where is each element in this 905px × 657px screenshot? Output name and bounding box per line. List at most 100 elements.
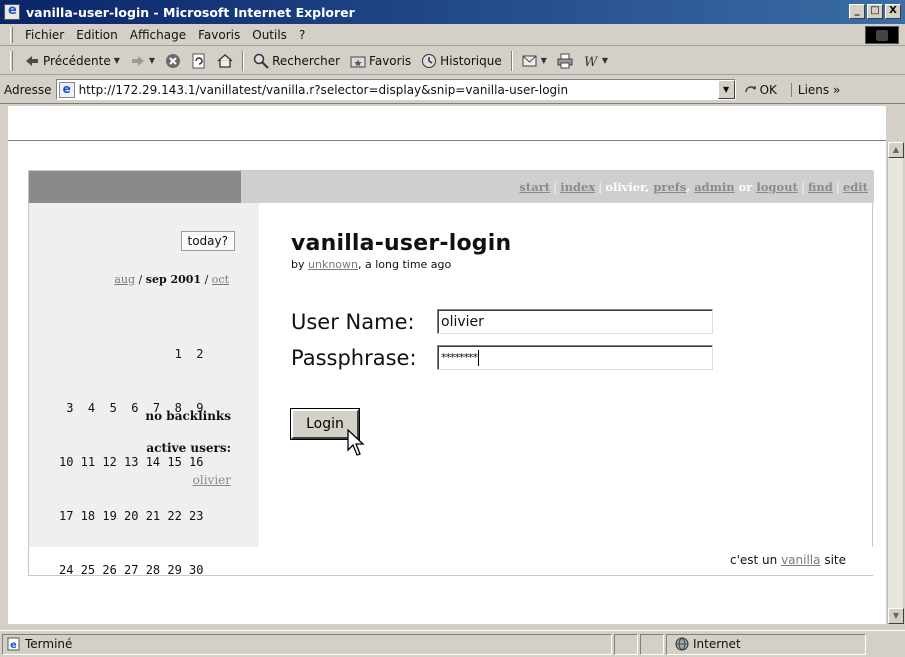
vanilla-link[interactable]: vanilla bbox=[781, 553, 820, 567]
go-arrow-icon bbox=[744, 85, 756, 92]
footer-suffix: site bbox=[824, 553, 846, 567]
byline-when: , a long time ago bbox=[357, 258, 452, 271]
print-button[interactable] bbox=[552, 50, 578, 72]
nav-start-link[interactable]: start bbox=[519, 180, 550, 194]
username-input[interactable]: olivier bbox=[437, 309, 713, 334]
menu-favoris[interactable]: Favoris bbox=[192, 28, 246, 42]
next-month-link[interactable]: oct bbox=[212, 273, 229, 286]
menu-affichage[interactable]: Affichage bbox=[124, 28, 192, 42]
chevron-down-icon[interactable]: ▼ bbox=[541, 56, 547, 65]
search-button[interactable]: Rechercher bbox=[248, 50, 345, 72]
passphrase-label: Passphrase: bbox=[291, 345, 417, 370]
calendar: 1 2 3 4 5 6 7 8 9 10 11 12 13 14 15 16 1… bbox=[59, 309, 204, 615]
footer-prefix: c'est un bbox=[729, 553, 778, 567]
calendar-row[interactable]: 24 25 26 27 28 29 30 bbox=[59, 561, 204, 579]
username-value: olivier bbox=[441, 313, 484, 330]
address-bar: Adresse http://172.29.143.1/vanillatest/… bbox=[0, 76, 905, 104]
username-label: User Name: bbox=[291, 309, 415, 334]
sidebar: today? aug / sep 2001 / oct 1 2 3 4 5 6 … bbox=[29, 203, 259, 577]
history-button-label: Historique bbox=[440, 53, 502, 68]
footer-text: c'est un vanilla site bbox=[730, 553, 846, 567]
nav-prefs-link[interactable]: prefs bbox=[653, 180, 686, 194]
nav-divider: | bbox=[598, 180, 603, 194]
menu-help[interactable]: ? bbox=[293, 28, 311, 42]
address-input[interactable]: http://172.29.143.1/vanillatest/vanilla.… bbox=[55, 79, 736, 100]
snip-byline: by unknown, a long time ago bbox=[291, 258, 851, 271]
refresh-button[interactable] bbox=[186, 50, 212, 72]
page-done-icon: e bbox=[7, 637, 20, 651]
vertical-scrollbar[interactable]: ▲ ▼ bbox=[887, 142, 904, 624]
security-zone[interactable]: Internet bbox=[666, 633, 866, 655]
favorites-button[interactable]: Favoris bbox=[345, 50, 416, 72]
nav-edit-link[interactable]: edit bbox=[843, 180, 868, 194]
calendar-row[interactable]: 1 2 bbox=[59, 345, 204, 363]
address-dropdown-button[interactable]: ▼ bbox=[717, 80, 735, 99]
links-toolbar-button[interactable]: Liens » bbox=[790, 82, 840, 97]
home-button[interactable] bbox=[212, 50, 238, 72]
chevron-down-icon[interactable]: ▼ bbox=[149, 56, 155, 65]
page-icon bbox=[58, 81, 75, 98]
back-button-label: Précédente bbox=[43, 53, 111, 68]
active-users-label: active users: bbox=[146, 441, 231, 455]
refresh-icon bbox=[192, 53, 205, 68]
go-label: OK bbox=[759, 82, 777, 97]
menu-edition[interactable]: Edition bbox=[70, 28, 124, 42]
close-button[interactable]: X bbox=[885, 4, 901, 19]
nav-admin-link[interactable]: admin bbox=[694, 180, 734, 194]
author-link[interactable]: unknown bbox=[308, 258, 358, 271]
window-title-bar[interactable]: vanilla-user-login - Microsoft Internet … bbox=[0, 0, 905, 24]
edit-button[interactable]: W ▼ bbox=[578, 50, 613, 72]
windows-logo-icon bbox=[865, 26, 899, 44]
nav-index-link[interactable]: index bbox=[560, 180, 595, 194]
mail-button[interactable]: ▼ bbox=[517, 50, 552, 72]
backlinks-text: no backlinks bbox=[145, 409, 231, 423]
mouse-cursor-icon bbox=[347, 429, 365, 456]
scroll-up-icon[interactable]: ▲ bbox=[888, 142, 904, 158]
mail-icon bbox=[522, 55, 537, 66]
passphrase-input[interactable]: ******** bbox=[437, 345, 713, 370]
search-button-label: Rechercher bbox=[272, 53, 341, 68]
current-month: sep 2001 bbox=[145, 273, 202, 286]
back-arrow-icon bbox=[26, 55, 38, 66]
active-user-link[interactable]: olivier bbox=[193, 473, 231, 487]
svg-text:W: W bbox=[584, 55, 599, 69]
viewport-top-area bbox=[8, 106, 886, 140]
snip-content: vanilla-user-login by unknown, a long ti… bbox=[291, 231, 851, 271]
header-band-left bbox=[29, 171, 241, 203]
nav-divider: | bbox=[835, 180, 840, 194]
header-band-right: start | index | olivier, prefs, admin or log… bbox=[241, 171, 874, 203]
word-icon: W bbox=[584, 55, 599, 69]
scroll-down-icon[interactable]: ▼ bbox=[888, 608, 904, 624]
nav-logout-link[interactable]: logout bbox=[756, 180, 797, 194]
svg-text:e: e bbox=[10, 640, 17, 651]
forward-button[interactable]: ▼ bbox=[125, 50, 160, 72]
nav-divider: | bbox=[800, 180, 805, 194]
calendar-row[interactable]: 17 18 19 20 21 22 23 bbox=[59, 507, 204, 525]
month-sep: / bbox=[138, 273, 146, 286]
calendar-row[interactable]: 10 11 12 13 14 15 16 bbox=[59, 453, 204, 471]
back-button[interactable]: Précédente ▼ bbox=[19, 50, 125, 72]
minimize-button[interactable]: _ bbox=[849, 4, 865, 19]
nav-find-link[interactable]: find bbox=[808, 180, 833, 194]
today-button[interactable]: today? bbox=[180, 231, 235, 251]
standard-toolbar: Précédente ▼ ▼ Rechercher Favoris Histor… bbox=[0, 47, 905, 75]
chevron-down-icon[interactable]: ▼ bbox=[602, 56, 608, 65]
history-icon bbox=[422, 53, 437, 68]
forward-arrow-icon bbox=[131, 55, 144, 66]
address-label: Adresse bbox=[4, 82, 52, 97]
address-url[interactable]: http://172.29.143.1/vanillatest/vanilla.… bbox=[79, 83, 569, 97]
status-text: Terminé bbox=[25, 637, 73, 651]
stop-button[interactable] bbox=[160, 50, 186, 72]
toolbar-separator bbox=[510, 50, 513, 71]
snip-title: vanilla-user-login bbox=[291, 231, 512, 256]
maximize-button[interactable]: □ bbox=[867, 4, 883, 19]
text-caret bbox=[478, 349, 479, 366]
prev-month-link[interactable]: aug bbox=[114, 273, 135, 286]
chevron-down-icon[interactable]: ▼ bbox=[114, 56, 120, 65]
globe-icon bbox=[675, 637, 689, 651]
menu-outils[interactable]: Outils bbox=[246, 28, 293, 42]
go-button[interactable]: OK bbox=[744, 83, 777, 97]
history-button[interactable]: Historique bbox=[416, 50, 507, 72]
menu-fichier[interactable]: Fichier bbox=[19, 28, 70, 42]
toolbar-grip bbox=[10, 50, 13, 71]
